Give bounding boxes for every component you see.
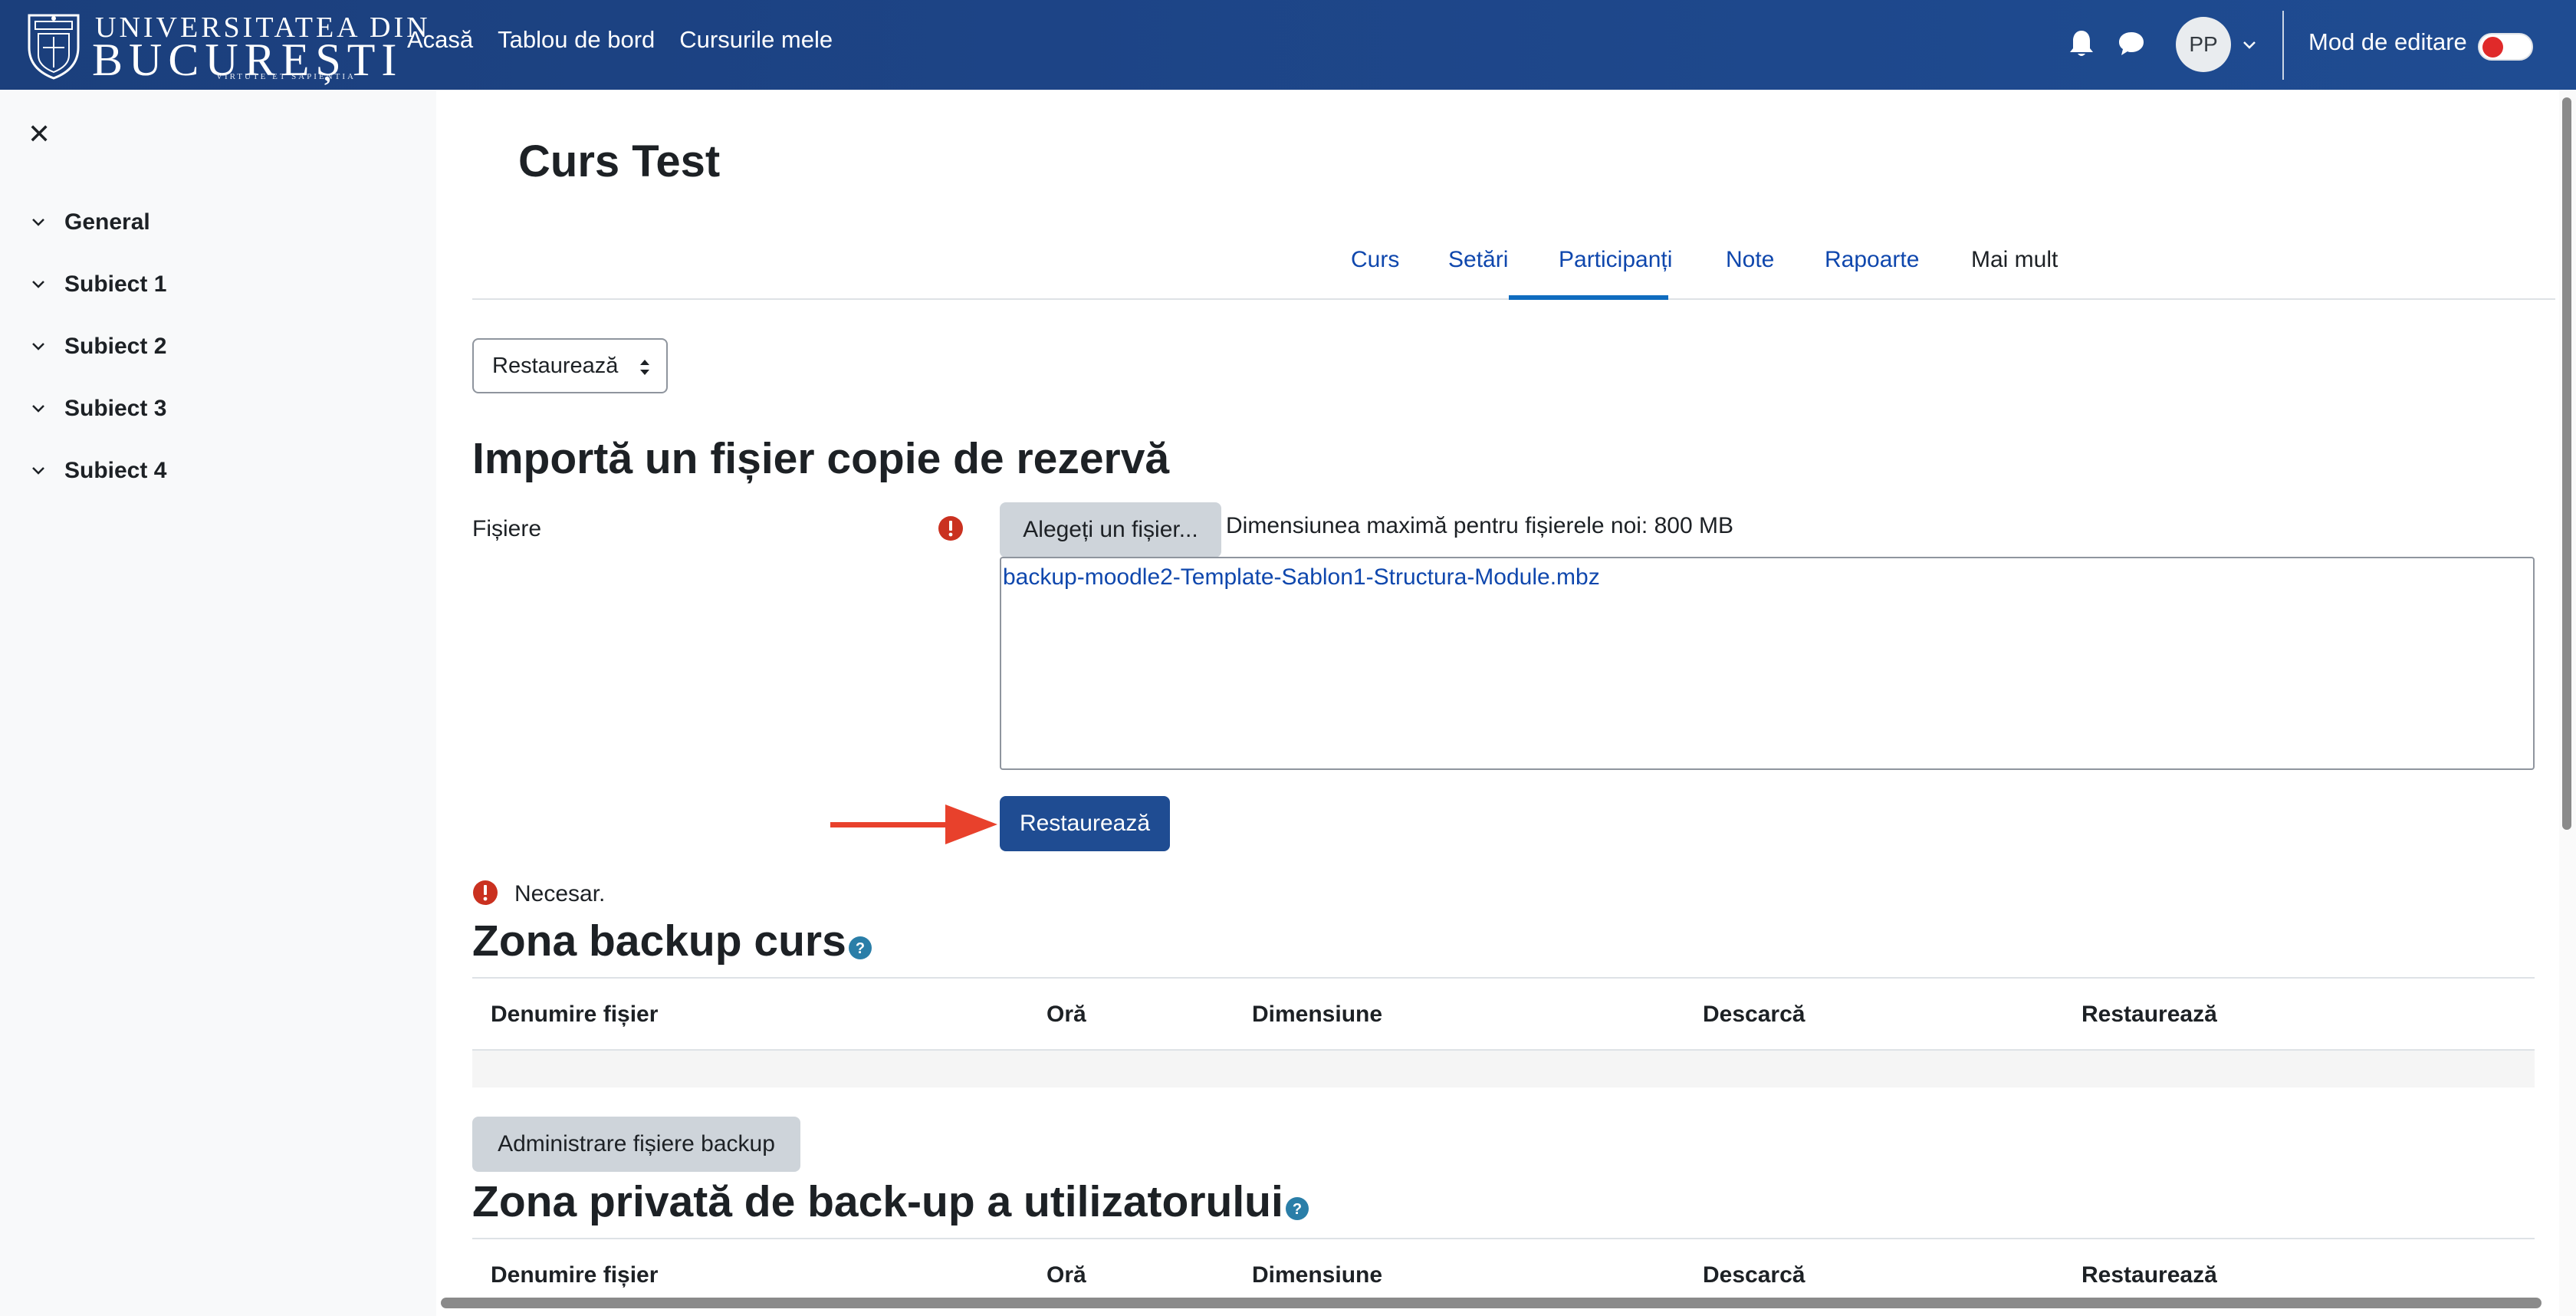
drawer-section-general[interactable]: General <box>28 207 150 238</box>
restore-button[interactable]: Restaurează <box>1000 796 1170 851</box>
edit-mode-label: Mod de editare <box>2308 28 2467 55</box>
tab-grades[interactable]: Note <box>1726 220 1774 300</box>
restore-action-select[interactable]: Restaurează <box>472 338 668 393</box>
bell-icon[interactable] <box>2068 29 2095 58</box>
close-icon[interactable]: ✕ <box>28 120 52 148</box>
navbar-divider <box>2282 11 2284 80</box>
page-title: Curs Test <box>518 137 721 186</box>
tab-course[interactable]: Curs <box>1351 220 1399 300</box>
sort-arrows-icon <box>640 360 649 375</box>
import-heading: Importă un fișier copie de rezervă <box>472 434 1170 483</box>
vertical-scrollbar-thumb[interactable] <box>2562 97 2571 830</box>
question-circle-icon[interactable]: ? <box>1285 1196 1309 1221</box>
active-tab-indicator <box>1509 295 1668 300</box>
horizontal-scrollbar[interactable] <box>441 1296 2542 1311</box>
chevron-down-icon <box>32 467 44 475</box>
user-avatar[interactable]: PP <box>2176 17 2231 72</box>
choose-file-button[interactable]: Alegeți un fișier... <box>1000 502 1221 558</box>
drawer-section-subject-3[interactable]: Subiect 3 <box>28 393 166 424</box>
selected-file-link[interactable]: backup-moodle2-Template-Sablon1-Structur… <box>1003 564 1600 591</box>
question-circle-icon[interactable]: ? <box>848 936 872 960</box>
drawer-section-label: Subiect 2 <box>64 334 167 359</box>
manage-backup-files-button[interactable]: Administrare fișiere backup <box>472 1117 800 1172</box>
column-time: Oră <box>1046 1002 1086 1027</box>
nav-my-courses[interactable]: Cursurile mele <box>679 26 833 54</box>
drawer-section-subject-1[interactable]: Subiect 1 <box>28 269 166 300</box>
table-header: Denumire fișier Oră Dimensiune Descarcă … <box>472 977 2535 1051</box>
course-backup-heading: Zona backup curs ? <box>472 916 872 966</box>
chevron-down-icon <box>32 405 44 413</box>
edit-mode-toggle[interactable] <box>2478 33 2533 61</box>
column-size: Dimensiune <box>1252 1002 1383 1027</box>
select-value: Restaurează <box>492 353 619 378</box>
logo-motto: VIRTUTE ET SAPIENTIA <box>216 72 356 81</box>
top-navbar: UNIVERSITATEA DIN BUCUREȘTI VIRTUTE ET S… <box>0 0 2576 90</box>
user-backup-heading: Zona privată de back-up a utilizatorului… <box>472 1176 1309 1227</box>
chevron-down-icon <box>32 281 44 288</box>
primary-navigation: Acasă Tablou de bord Cursurile mele <box>407 26 833 54</box>
drawer-section-label: Subiect 4 <box>64 458 167 483</box>
drawer-section-label: Subiect 3 <box>64 396 167 421</box>
annotation-arrow-icon <box>830 804 997 844</box>
tab-reports[interactable]: Rapoarte <box>1825 220 1919 300</box>
user-backup-heading-text: Zona privată de back-up a utilizatorului <box>472 1177 1283 1226</box>
column-download: Descarcă <box>1703 1002 1806 1027</box>
exclamation-circle-icon <box>473 880 498 905</box>
chat-bubble-icon[interactable] <box>2118 31 2145 57</box>
column-filename: Denumire fișier <box>491 1002 659 1027</box>
drawer-section-subject-4[interactable]: Subiect 4 <box>28 456 166 486</box>
column-restore: Restaurează <box>2082 1002 2217 1027</box>
university-logo[interactable]: UNIVERSITATEA DIN BUCUREȘTI VIRTUTE ET S… <box>25 6 428 85</box>
drawer-section-label: Subiect 1 <box>64 271 167 297</box>
svg-text:?: ? <box>1293 1201 1302 1218</box>
files-label: Fișiere <box>472 516 542 541</box>
svg-text:?: ? <box>856 940 865 957</box>
main-content: Curs Test Curs Setări Participanți Note … <box>436 90 2557 1316</box>
drawer-section-label: General <box>64 209 150 235</box>
exclamation-circle-icon <box>938 516 963 541</box>
table-empty-row <box>472 1051 2535 1087</box>
chevron-down-icon <box>32 219 44 226</box>
tab-more[interactable]: Mai mult <box>1971 220 2058 300</box>
tab-participants[interactable]: Participanți <box>1559 220 1672 300</box>
horizontal-scrollbar-thumb[interactable] <box>441 1298 2542 1308</box>
course-backup-table: Denumire fișier Oră Dimensiune Descarcă … <box>472 977 2535 1087</box>
max-size-text: Dimensiunea maximă pentru fișierele noi:… <box>1226 513 1733 538</box>
course-tabs: Curs Setări Participanți Note Rapoarte M… <box>472 220 2555 300</box>
nav-home[interactable]: Acasă <box>407 26 473 54</box>
course-backup-heading-text: Zona backup curs <box>472 916 846 966</box>
file-drop-area[interactable]: backup-moodle2-Template-Sablon1-Structur… <box>1000 557 2535 770</box>
required-note: Necesar. <box>514 881 606 906</box>
vertical-scrollbar[interactable] <box>2559 90 2576 1316</box>
university-crest-icon <box>28 14 80 80</box>
drawer-section-subject-2[interactable]: Subiect 2 <box>28 331 166 362</box>
toggle-knob <box>2482 37 2503 58</box>
course-index-drawer: ✕ General Subiect 1 Subiect 2 Subiect 3 … <box>0 90 436 1316</box>
chevron-down-icon <box>32 343 44 350</box>
tab-settings[interactable]: Setări <box>1448 220 1508 300</box>
chevron-down-icon[interactable] <box>2242 37 2257 52</box>
nav-dashboard[interactable]: Tablou de bord <box>498 26 655 54</box>
